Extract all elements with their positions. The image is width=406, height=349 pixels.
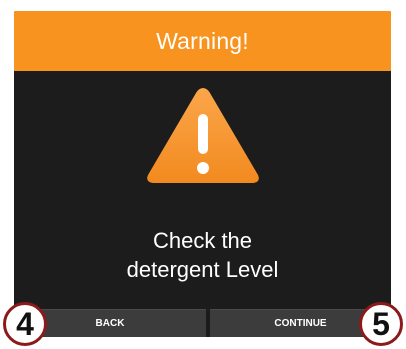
callout-badge-4: 4 [3, 302, 47, 346]
dialog-footer: BACK CONTINUE [14, 309, 391, 337]
warning-triangle-icon [147, 88, 259, 183]
dialog-message: Check the detergent Level [14, 226, 391, 284]
callout-badge-5: 5 [359, 302, 403, 346]
message-line-2: detergent Level [126, 257, 279, 282]
warning-dialog: Warning! Check the detergent Level BACK … [14, 11, 391, 337]
message-line-1: Check the [152, 228, 253, 253]
dialog-title: Warning! [156, 27, 249, 54]
dialog-header: Warning! [14, 11, 391, 71]
